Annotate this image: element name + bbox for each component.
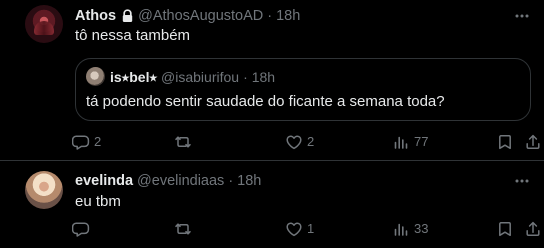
share-icon (524, 133, 542, 151)
like-button[interactable]: 2 (285, 132, 314, 152)
reply-icon (72, 220, 90, 238)
quoted-tweet[interactable]: is⭑bel⭑ @isabiurifou · 18h tá podendo se… (75, 58, 531, 121)
like-count: 2 (307, 134, 315, 149)
tweet-text: tô nessa também (75, 27, 191, 44)
tweet-evelinda[interactable]: evelinda @evelindiaas · 18h eu tbm 1 33 (0, 161, 544, 248)
views-icon (392, 133, 410, 151)
quoted-author-handle[interactable]: @isabiurifou (161, 69, 239, 85)
tweet-text: eu tbm (75, 193, 121, 210)
bookmark-button[interactable] (496, 132, 514, 152)
quoted-avatar[interactable] (86, 67, 105, 86)
separator-dot: · (228, 173, 234, 189)
bookmark-icon (496, 133, 514, 151)
author-name[interactable]: Athos (75, 6, 116, 26)
quoted-author-name[interactable]: is⭑bel⭑ (110, 69, 157, 86)
reply-icon (72, 133, 90, 151)
separator-dot: · (267, 8, 273, 24)
quoted-time[interactable]: 18h (252, 69, 275, 85)
bookmark-button[interactable] (496, 219, 514, 239)
tweet-actions: 1 33 (72, 219, 540, 239)
lock-icon (120, 9, 134, 24)
more-icon (514, 8, 530, 24)
separator-dot: · (243, 69, 248, 85)
tweet-time[interactable]: 18h (237, 171, 261, 191)
like-icon (285, 133, 303, 151)
retweet-button[interactable] (174, 132, 196, 152)
share-button[interactable] (524, 132, 542, 152)
retweet-button[interactable] (174, 219, 196, 239)
share-icon (524, 220, 542, 238)
avatar-evelinda[interactable] (25, 171, 63, 209)
author-name[interactable]: evelinda (75, 171, 133, 191)
tweet-time[interactable]: 18h (276, 6, 300, 26)
reply-button[interactable]: 2 (72, 132, 101, 152)
more-button[interactable] (512, 171, 532, 191)
tweet-actions: 2 2 77 (72, 132, 540, 152)
retweet-icon (174, 133, 192, 151)
views-button[interactable]: 77 (392, 132, 428, 152)
reply-button[interactable] (72, 219, 94, 239)
author-handle[interactable]: @evelindiaas (137, 171, 224, 191)
tweet-header: Athos @AthosAugustoAD · 18h (75, 6, 300, 26)
tweet-athos[interactable]: Athos @AthosAugustoAD · 18h tô nessa tam… (0, 0, 544, 161)
share-button[interactable] (524, 219, 542, 239)
quoted-header: is⭑bel⭑ @isabiurifou · 18h (110, 67, 275, 87)
like-button[interactable]: 1 (285, 219, 314, 239)
like-count: 1 (307, 221, 315, 236)
like-icon (285, 220, 303, 238)
quoted-text: tá podendo sentir saudade do ficante a s… (86, 93, 445, 110)
views-button[interactable]: 33 (392, 219, 428, 239)
retweet-icon (174, 220, 192, 238)
views-icon (392, 220, 410, 238)
avatar-athos[interactable] (25, 5, 63, 43)
tweet-header: evelinda @evelindiaas · 18h (75, 171, 261, 191)
bookmark-icon (496, 220, 514, 238)
views-count: 33 (414, 221, 429, 236)
views-count: 77 (414, 134, 429, 149)
author-handle[interactable]: @AthosAugustoAD (138, 6, 263, 26)
more-icon (514, 173, 530, 189)
reply-count: 2 (94, 134, 102, 149)
more-button[interactable] (512, 6, 532, 26)
